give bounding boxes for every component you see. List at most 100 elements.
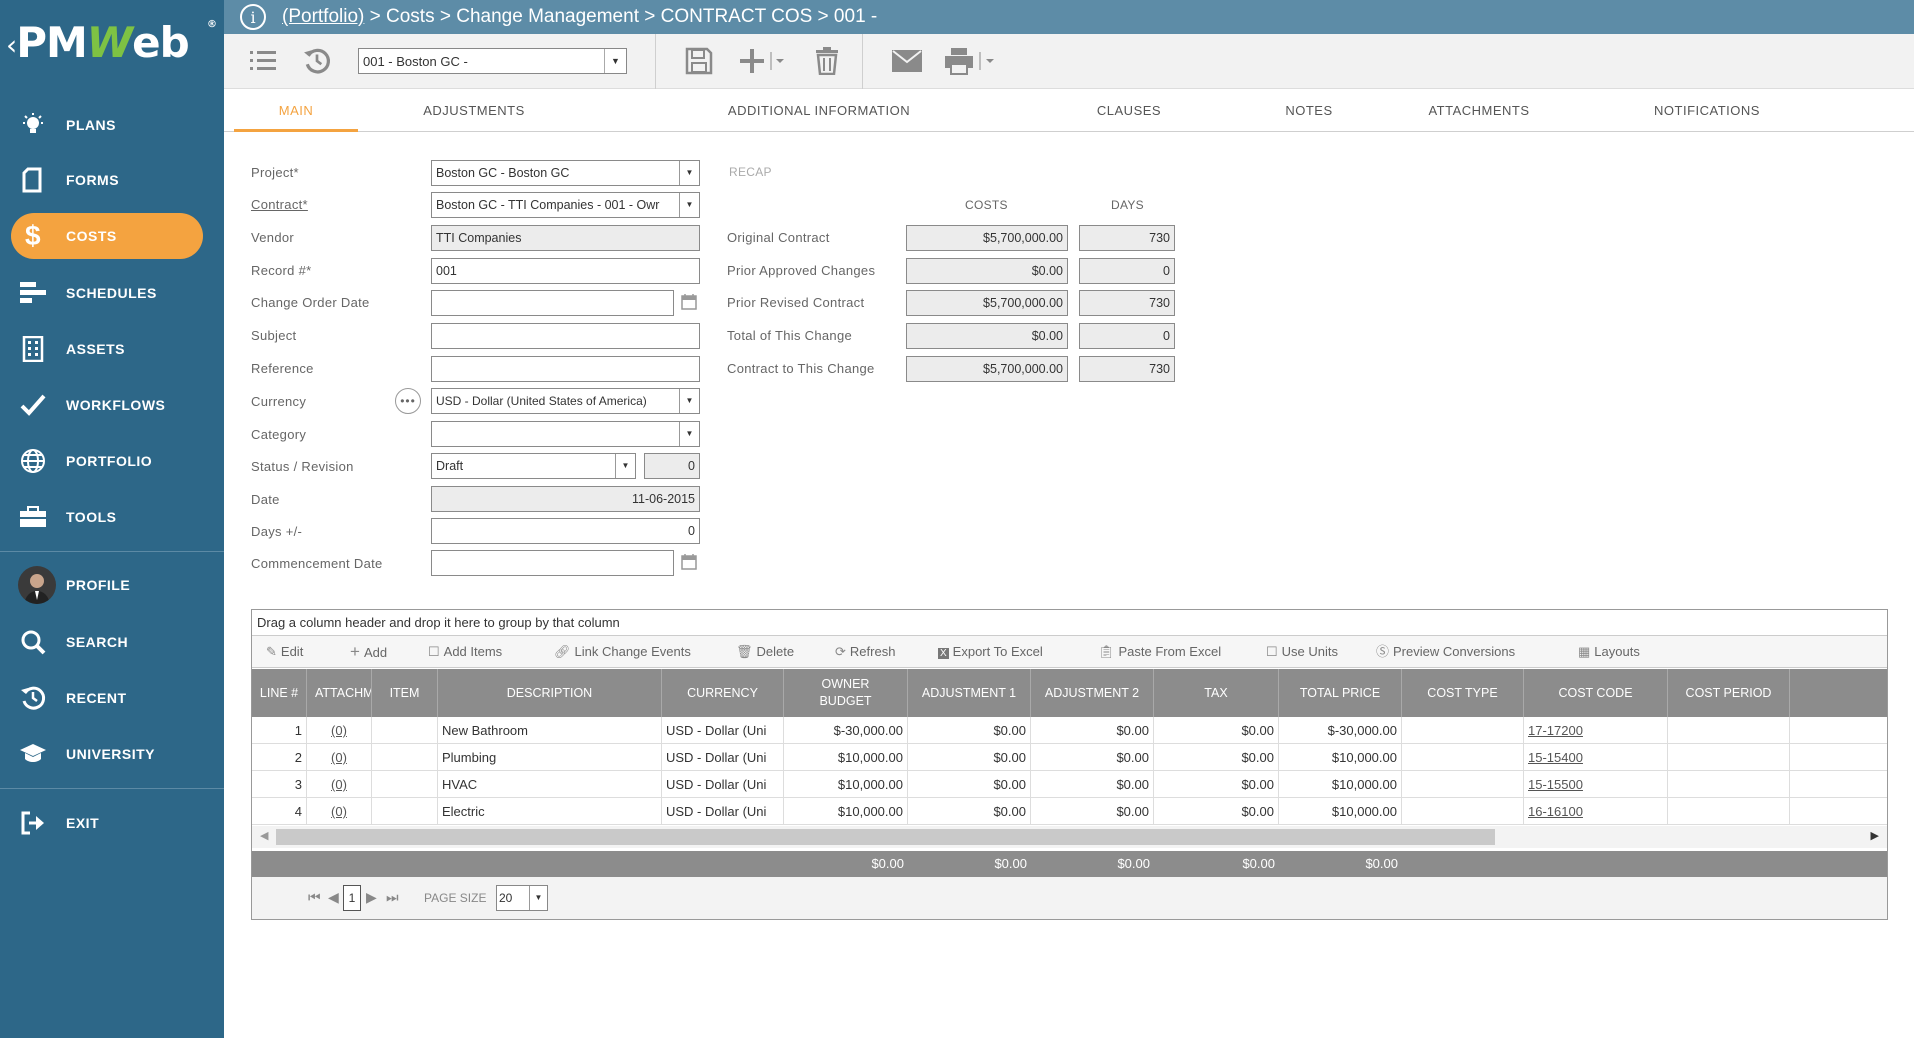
column-header[interactable]: TOTAL PRICE (1279, 669, 1402, 717)
column-header[interactable]: ATTACHMENTS (307, 669, 372, 717)
subject-field[interactable] (431, 323, 700, 349)
table-row[interactable]: 1 (0) New Bathroom USD - Dollar (Uni $-3… (252, 717, 1887, 744)
record-selector[interactable]: 001 - Boston GC - ▼ (358, 48, 627, 74)
cost-code-link[interactable]: 15-15400 (1524, 744, 1668, 771)
export-to-excel-button[interactable]: X Export To Excel (938, 636, 1043, 668)
list-view-icon[interactable] (248, 44, 278, 78)
attachments-link[interactable]: (0) (307, 798, 372, 825)
paste-from-excel-button[interactable]: 📋︎ Paste From Excel (1098, 636, 1221, 668)
group-by-drop-zone[interactable]: Drag a column header and drop it here to… (252, 610, 1887, 636)
email-icon[interactable] (890, 44, 924, 78)
print-icon[interactable] (944, 44, 1000, 78)
page-size-select[interactable]: 20 ▼ (496, 885, 548, 911)
nav-label: TOOLS (66, 509, 117, 525)
column-header[interactable]: LINE # (252, 669, 307, 717)
column-header[interactable]: ADJUSTMENT 2 (1031, 669, 1154, 717)
tab-clauses[interactable]: CLAUSES (1064, 89, 1194, 132)
edit-button[interactable]: ✎ Edit (266, 636, 303, 668)
column-header[interactable]: CURRENCY (662, 669, 784, 717)
breadcrumb-portfolio-link[interactable]: (Portfolio) (282, 6, 364, 28)
table-row[interactable]: 3 (0) HVAC USD - Dollar (Uni $10,000.00 … (252, 771, 1887, 798)
contract-label-link[interactable]: Contract* (251, 197, 308, 212)
delete-icon[interactable] (812, 44, 842, 78)
column-header[interactable]: DESCRIPTION (438, 669, 662, 717)
scroll-right-icon[interactable]: ▶ (1871, 829, 1879, 842)
next-page-icon[interactable]: ▶ (366, 889, 377, 906)
nav-profile[interactable]: PROFILE (0, 562, 224, 608)
page-number[interactable]: 1 (343, 885, 361, 911)
column-header[interactable]: COST TYPE (1402, 669, 1524, 717)
nav-exit[interactable]: EXIT (0, 800, 224, 846)
cost-code-link[interactable]: 17-17200 (1524, 717, 1668, 744)
pmweb-logo[interactable]: ‹PMWeb ® (6, 8, 217, 78)
add-icon[interactable] (738, 44, 790, 78)
use-units-checkbox[interactable]: ☐ Use Units (1266, 636, 1338, 668)
category-field[interactable]: ▼ (431, 421, 700, 447)
column-header[interactable]: ADJUSTMENT 1 (908, 669, 1031, 717)
scrollbar-thumb[interactable] (276, 829, 1495, 845)
horizontal-scrollbar[interactable]: ◀ ▶ (252, 826, 1887, 848)
change-order-date-field[interactable] (431, 290, 674, 316)
column-header[interactable]: ITEM (372, 669, 438, 717)
nav-workflows[interactable]: WORKFLOWS (0, 382, 224, 428)
tab-additional-information[interactable]: ADDITIONAL INFORMATION (704, 89, 934, 132)
nav-costs[interactable]: $ COSTS (0, 213, 224, 259)
commencement-date-field[interactable] (431, 550, 674, 576)
add-button[interactable]: + Add (350, 636, 387, 668)
info-icon[interactable]: i (240, 4, 266, 30)
nav-search[interactable]: SEARCH (0, 619, 224, 665)
nav-university[interactable]: UNIVERSITY (0, 731, 224, 777)
recap-cost: $5,700,000.00 (906, 290, 1068, 316)
nav-tools[interactable]: TOOLS (0, 494, 224, 540)
table-cell (1402, 717, 1524, 744)
currency-field[interactable]: USD - Dollar (United States of America) ▼ (431, 388, 700, 414)
breadcrumb-bar: i (Portfolio) > Costs > Change Managemen… (224, 0, 1914, 34)
nav-recent[interactable]: RECENT (0, 675, 224, 721)
tab-notes[interactable]: NOTES (1254, 89, 1364, 132)
tab-attachments[interactable]: ATTACHMENTS (1404, 89, 1554, 132)
cost-code-link[interactable]: 15-15500 (1524, 771, 1668, 798)
column-header[interactable]: OWNER BUDGET (784, 669, 908, 717)
attachments-link[interactable]: (0) (307, 717, 372, 744)
scroll-left-icon[interactable]: ◀ (260, 829, 268, 842)
preview-conversions-button[interactable]: Ⓢ Preview Conversions (1376, 636, 1515, 668)
project-field[interactable]: Boston GC - Boston GC ▼ (431, 160, 700, 186)
nav-assets[interactable]: ASSETS (0, 326, 224, 372)
table-cell: $0.00 (1154, 771, 1279, 798)
layouts-button[interactable]: ▦ Layouts (1578, 636, 1640, 668)
calendar-icon[interactable] (681, 553, 699, 571)
nav-portfolio[interactable]: PORTFOLIO (0, 438, 224, 484)
attachments-link[interactable]: (0) (307, 771, 372, 798)
history-icon[interactable] (302, 44, 332, 78)
refresh-button[interactable]: ⟳ Refresh (835, 636, 895, 668)
status-field[interactable]: Draft ▼ (431, 453, 636, 479)
table-row[interactable]: 4 (0) Electric USD - Dollar (Uni $10,000… (252, 798, 1887, 825)
nav-plans[interactable]: PLANS (0, 102, 224, 148)
column-header[interactable]: COST CODE (1524, 669, 1668, 717)
contract-field[interactable]: Boston GC - TTI Companies - 001 - Owr ▼ (431, 192, 700, 218)
cost-code-link[interactable]: 16-16100 (1524, 798, 1668, 825)
prev-page-icon[interactable]: ◀ (328, 889, 339, 906)
pencil-icon: ✎ (266, 644, 277, 659)
tab-notifications[interactable]: NOTIFICATIONS (1624, 89, 1790, 132)
add-items-button[interactable]: ☐ Add Items (428, 636, 502, 668)
column-header[interactable]: TAX (1154, 669, 1279, 717)
calendar-icon[interactable] (681, 293, 699, 311)
days-field[interactable]: 0 (431, 518, 700, 544)
last-page-icon[interactable]: ⏭ (386, 889, 399, 906)
reference-field[interactable] (431, 356, 700, 382)
column-header[interactable]: COST PERIOD (1668, 669, 1790, 717)
table-row[interactable]: 2 (0) Plumbing USD - Dollar (Uni $10,000… (252, 744, 1887, 771)
first-page-icon[interactable]: ⏮ (308, 889, 321, 906)
nav-forms[interactable]: FORMS (0, 157, 224, 203)
more-options-icon[interactable]: ••• (395, 388, 421, 414)
tab-adjustments[interactable]: ADJUSTMENTS (384, 89, 564, 132)
save-icon[interactable] (682, 44, 716, 78)
record-number-field[interactable]: 001 (431, 258, 700, 284)
delete-button[interactable]: 🗑︎ Delete (736, 636, 794, 668)
attachments-link[interactable]: (0) (307, 744, 372, 771)
link-change-events-button[interactable]: 🔗︎ Link Change Events (554, 636, 691, 668)
nav-label: PORTFOLIO (66, 453, 153, 469)
tab-main[interactable]: MAIN (234, 89, 358, 132)
nav-schedules[interactable]: SCHEDULES (0, 270, 224, 316)
